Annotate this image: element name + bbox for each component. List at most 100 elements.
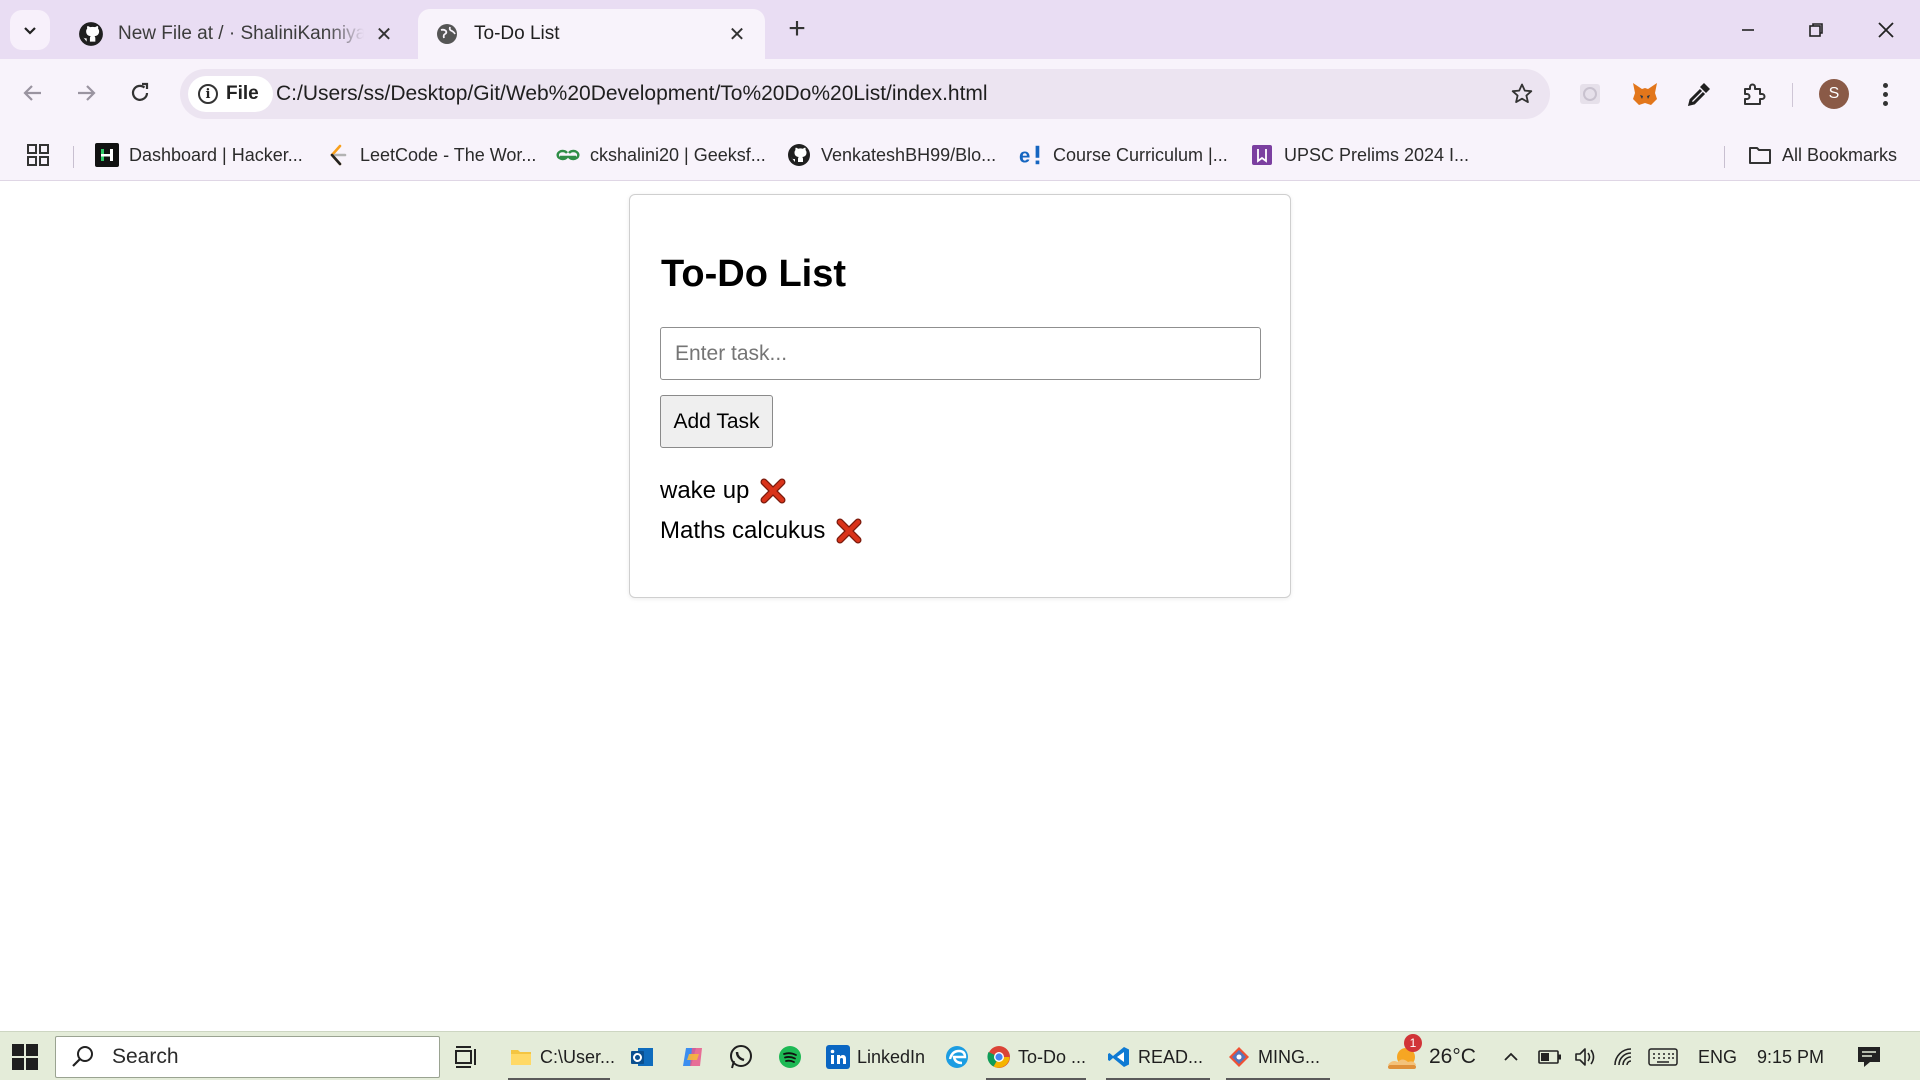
bookmark-hackerrank[interactable]: Dashboard | Hacker... <box>95 140 303 170</box>
minimize-button[interactable] <box>1714 0 1782 59</box>
battery-status[interactable] <box>1538 1036 1562 1078</box>
geeksforgeeks-icon <box>556 143 580 167</box>
bookmark-star-button[interactable] <box>1508 80 1536 108</box>
edge-icon <box>944 1044 970 1070</box>
taskbar-app-whatsapp[interactable] <box>728 1036 760 1078</box>
tab-todo-list[interactable]: To-Do List ✕ <box>418 9 765 59</box>
github-icon <box>78 21 104 47</box>
close-icon[interactable]: ✕ <box>725 22 749 46</box>
browser-toolbar: i File C:/Users/ss/Desktop/Git/Web%20Dev… <box>0 59 1920 130</box>
taskbar-app-git-bash[interactable]: MING... <box>1226 1036 1330 1080</box>
apps-grid-icon <box>27 144 49 166</box>
taskbar-app-label: LinkedIn <box>857 1046 926 1067</box>
site-info-chip[interactable]: i File <box>188 76 273 112</box>
leetcode-icon <box>326 143 350 167</box>
window-close-button[interactable] <box>1852 0 1920 59</box>
all-bookmarks-button[interactable]: All Bookmarks <box>1748 140 1897 170</box>
weather-widget[interactable]: 26°C <box>1385 1036 1476 1078</box>
clock[interactable]: 9:15 PM <box>1757 1036 1824 1078</box>
windows-logo-pane <box>12 1058 24 1070</box>
browser-menu-button[interactable] <box>1870 75 1900 113</box>
apps-button[interactable] <box>26 140 50 170</box>
taskbar-app-vscode[interactable]: READ... <box>1106 1036 1210 1080</box>
taskbar-app-label: C:\User... <box>540 1046 616 1067</box>
hackerrank-icon <box>95 143 119 167</box>
git-bash-icon <box>1226 1044 1252 1070</box>
bookmarks-bar: Dashboard | Hacker... LeetCode - The Wor… <box>0 130 1920 181</box>
kebab-dot <box>1882 100 1888 106</box>
extension-button[interactable] <box>1570 74 1610 114</box>
restore-icon <box>1809 22 1823 37</box>
edureka-icon: e <box>1019 143 1043 167</box>
notification-badge: 1 <box>1404 1034 1422 1052</box>
forward-button[interactable] <box>66 73 106 113</box>
spotify-icon <box>777 1044 803 1070</box>
windows-logo-pane <box>26 1058 38 1070</box>
close-icon[interactable]: ✕ <box>372 22 396 46</box>
delete-task-button[interactable] <box>835 517 863 545</box>
speaker-icon <box>1575 1048 1595 1066</box>
delete-task-button[interactable] <box>759 477 787 505</box>
tab-search-button[interactable] <box>10 10 50 50</box>
github-icon <box>787 143 811 167</box>
task-item: wake up <box>660 471 863 511</box>
windows-start-button[interactable] <box>12 1044 38 1070</box>
cross-mark-icon <box>760 478 786 504</box>
bookmark-label: LeetCode - The Wor... <box>360 144 537 165</box>
taskbar-search[interactable]: Search <box>55 1036 440 1078</box>
restore-button[interactable] <box>1782 0 1850 59</box>
taskbar-app-file-explorer[interactable]: C:\User... <box>508 1036 615 1080</box>
add-task-button[interactable]: Add Task <box>660 395 773 448</box>
keyboard-icon <box>1648 1048 1678 1066</box>
tab-github-new-file[interactable]: New File at / · ShaliniKanniyappan ✕ <box>62 9 412 59</box>
profile-avatar[interactable]: S <box>1819 79 1849 109</box>
keyboard-layout-indicator[interactable] <box>1648 1036 1678 1078</box>
task-view-icon <box>453 1044 479 1070</box>
taskbar-app-edge[interactable] <box>944 1036 976 1078</box>
chevron-down-icon <box>24 27 36 35</box>
taskbar-app-linkedin[interactable]: LinkedIn <box>825 1036 927 1078</box>
outlook-icon <box>629 1044 655 1070</box>
taskbar-app-label: MING... <box>1258 1046 1320 1067</box>
bookmark-edureka[interactable]: e Course Curriculum |... <box>1019 140 1228 170</box>
tab-title: To-Do List <box>474 23 560 44</box>
eyedropper-icon <box>1687 83 1710 107</box>
bookmark-geeksforgeeks[interactable]: ckshalini20 | Geeksf... <box>556 140 766 170</box>
language-indicator[interactable]: ENG <box>1698 1036 1737 1078</box>
bookmark-label: Course Curriculum |... <box>1053 144 1228 165</box>
bookmarks-divider <box>73 146 74 168</box>
close-icon <box>1878 21 1894 38</box>
new-tab-button[interactable]: + <box>780 12 814 46</box>
info-icon: i <box>198 84 218 104</box>
file-explorer-icon <box>508 1044 534 1070</box>
volume-status[interactable] <box>1574 1036 1598 1078</box>
kebab-dot <box>1882 91 1888 97</box>
metamask-extension-button[interactable] <box>1625 74 1665 114</box>
network-status[interactable] <box>1612 1036 1636 1078</box>
taskbar-app-spotify[interactable] <box>777 1036 809 1078</box>
bookmark-leetcode[interactable]: LeetCode - The Wor... <box>326 140 536 170</box>
bookmark-upsc[interactable]: UPSC Prelims 2024 I... <box>1250 140 1469 170</box>
taskbar-app-copilot[interactable] <box>680 1036 712 1078</box>
task-view-button[interactable] <box>453 1036 485 1078</box>
notification-center-button[interactable] <box>1856 1036 1882 1078</box>
chevron-up-icon <box>1504 1052 1518 1061</box>
reload-button[interactable] <box>120 73 160 113</box>
todo-container: To-Do List Add Task wake up Maths calcuk… <box>629 194 1291 598</box>
metamask-fox-icon <box>1633 83 1657 105</box>
back-button[interactable] <box>13 73 53 113</box>
url-text[interactable]: C:/Users/ss/Desktop/Git/Web%20Developmen… <box>276 82 988 106</box>
cross-mark-icon <box>836 518 862 544</box>
taskbar-app-outlook[interactable] <box>629 1036 661 1078</box>
extension-grid-icon <box>1580 84 1600 104</box>
taskbar-app-chrome[interactable]: To-Do ... <box>986 1036 1086 1080</box>
task-item: Maths calcukus <box>660 511 863 551</box>
show-hidden-icons-button[interactable] <box>1502 1036 1520 1078</box>
eyedropper-extension-button[interactable] <box>1679 74 1719 114</box>
bookmark-github-venkatesh[interactable]: VenkateshBH99/Blo... <box>787 140 996 170</box>
extensions-menu-button[interactable] <box>1734 74 1774 114</box>
task-list: wake up Maths calcukus <box>660 471 863 551</box>
address-bar[interactable]: i File C:/Users/ss/Desktop/Git/Web%20Dev… <box>180 69 1550 119</box>
wifi-icon <box>1614 1048 1632 1066</box>
task-input[interactable] <box>660 327 1261 380</box>
